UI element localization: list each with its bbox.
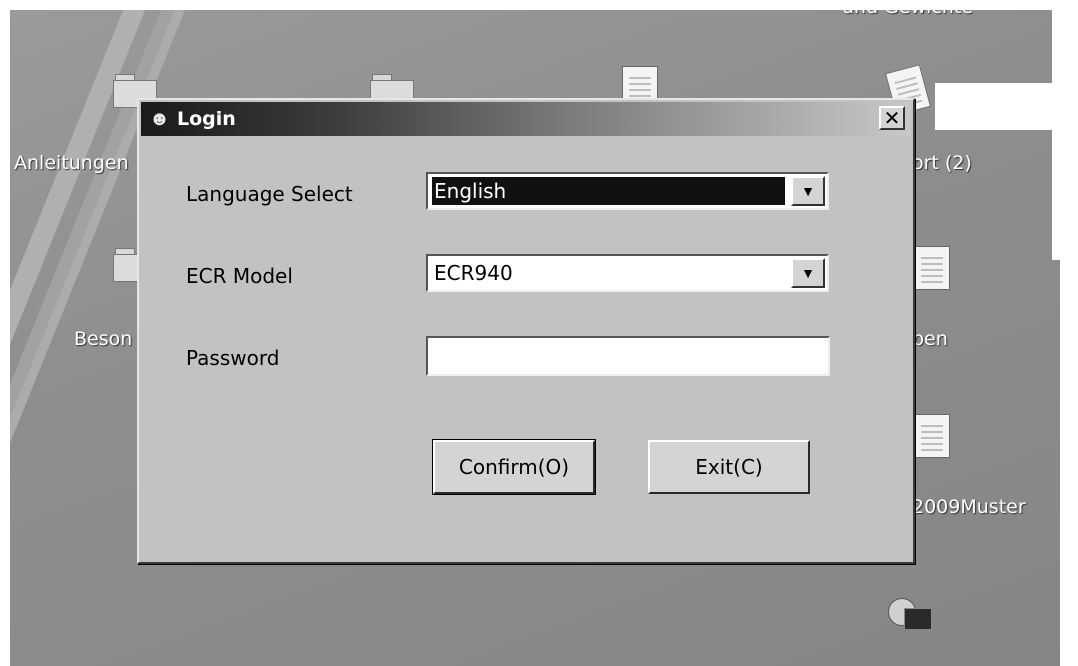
confirm-button[interactable]: Confirm(O) — [432, 439, 596, 495]
desktop-icon-label[interactable]: 2009Muster — [912, 496, 1026, 518]
model-select[interactable]: ECR940 ▼ — [426, 254, 829, 292]
wallpaper-highlight — [935, 83, 1060, 130]
dialog-title: Login — [177, 108, 236, 130]
desktop-icon-label[interactable]: Anleitungen — [14, 152, 129, 174]
spreadsheet-icon[interactable] — [914, 246, 950, 290]
dropdown-arrow-icon[interactable]: ▼ — [791, 258, 825, 288]
password-field[interactable] — [426, 336, 830, 376]
language-value: English — [432, 177, 785, 205]
desktop-icon-label[interactable]: ort (2) — [912, 152, 972, 174]
desktop-icon-label[interactable]: und Gewichte — [842, 10, 973, 18]
password-label: Password — [186, 346, 280, 370]
login-dialog: ☻ Login ✕ Language Select English ▼ ECR … — [137, 98, 915, 564]
exit-button[interactable]: Exit(C) — [648, 440, 810, 494]
close-button[interactable]: ✕ — [879, 106, 905, 130]
screen-edge — [1052, 0, 1078, 260]
desktop-icon-label[interactable]: ben — [912, 328, 948, 350]
desktop-icon-label[interactable]: Beson — [74, 328, 132, 350]
spreadsheet-icon[interactable] — [914, 414, 950, 458]
model-label: ECR Model — [186, 264, 293, 288]
user-lock-icon: ☻ — [149, 108, 171, 130]
title-bar[interactable]: ☻ Login ✕ — [141, 102, 911, 136]
language-label: Language Select — [186, 182, 353, 206]
network-icon[interactable] — [888, 594, 936, 634]
language-select[interactable]: English ▼ — [426, 172, 829, 210]
model-value: ECR940 — [434, 261, 513, 285]
dropdown-arrow-icon[interactable]: ▼ — [791, 176, 825, 206]
